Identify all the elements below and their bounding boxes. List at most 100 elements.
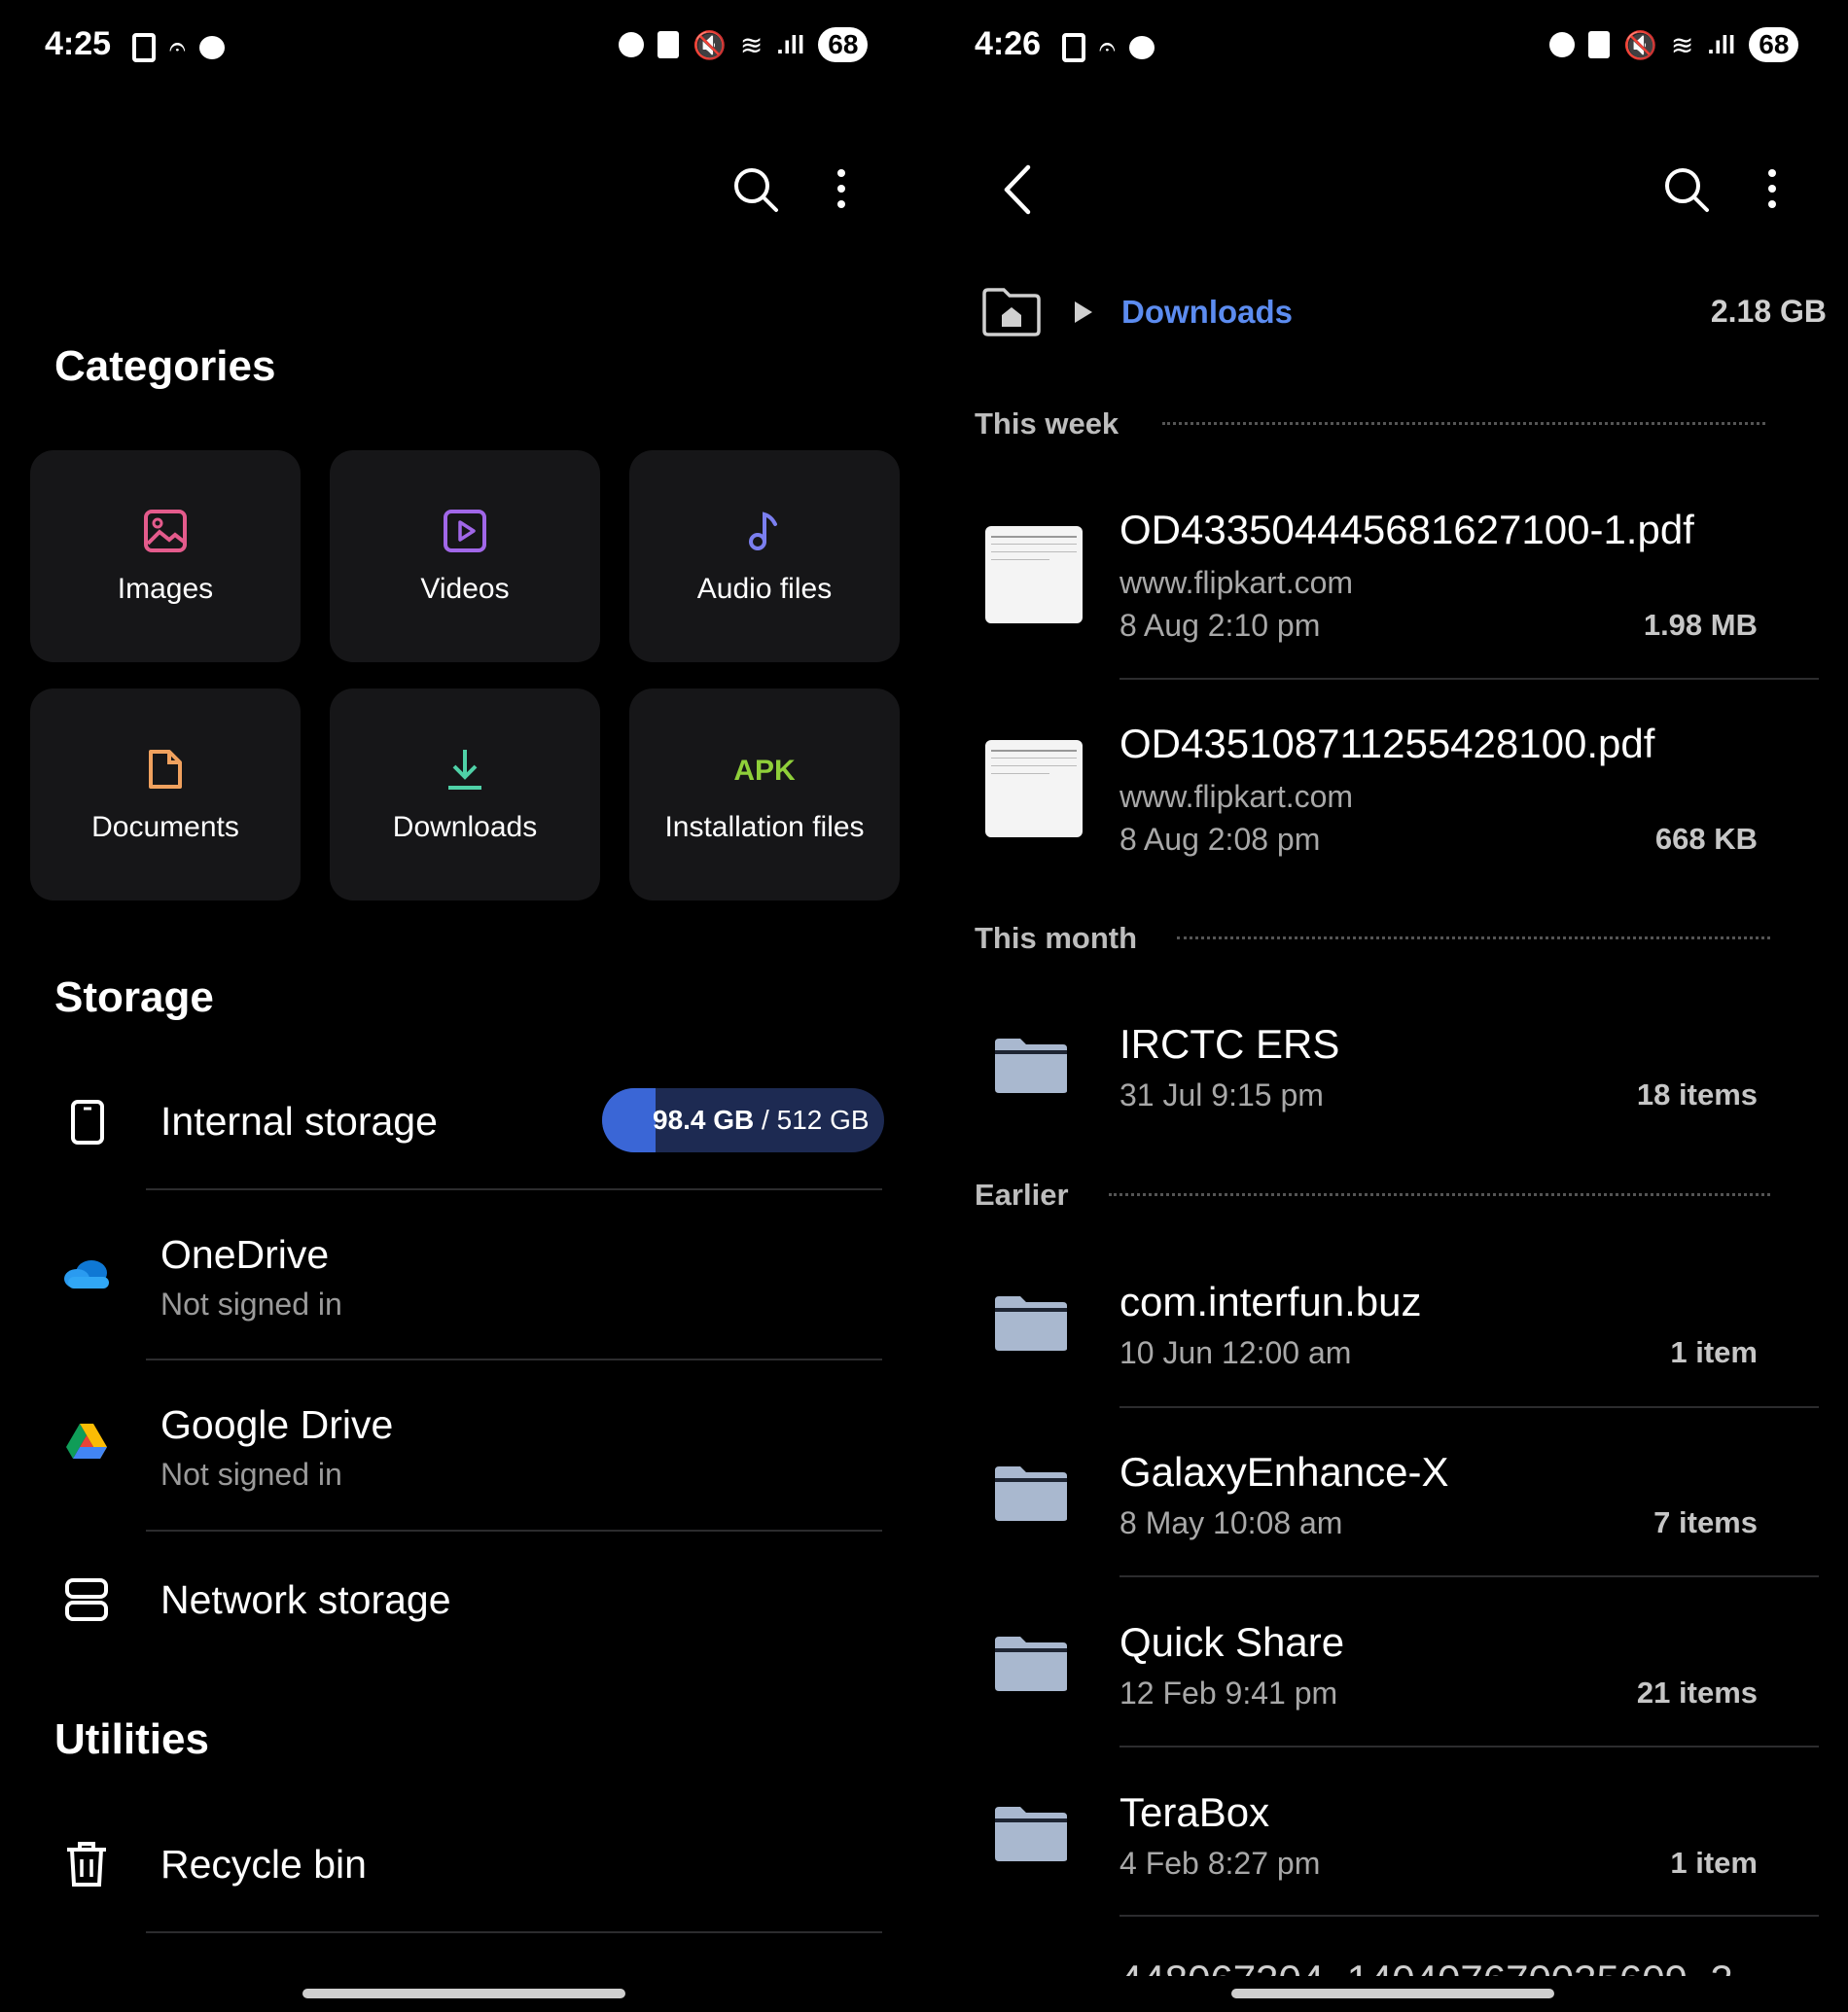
dnd-icon xyxy=(619,32,644,57)
folder-name: IRCTC ERS xyxy=(1119,1021,1340,1067)
folder-item-count: 1 item xyxy=(1670,1846,1758,1880)
folder-icon xyxy=(995,1039,1067,1093)
group-header-this-month: This month xyxy=(975,921,1138,955)
signal-icon: .ıll xyxy=(776,29,805,59)
category-images[interactable]: Images xyxy=(30,450,301,662)
categories-heading: Categories xyxy=(54,342,276,390)
onedrive-cloud-icon xyxy=(64,1260,109,1288)
divider xyxy=(146,1931,882,1933)
document-icon xyxy=(149,750,182,789)
home-folder-icon[interactable] xyxy=(980,286,1043,338)
battery-indicator: 68 xyxy=(818,27,869,62)
hearing-icon: 𝄐 xyxy=(1099,31,1116,63)
folder-row[interactable]: IRCTC ERS 31 Jul 9:15 pm 18 items xyxy=(929,1011,1848,1147)
file-row[interactable]: OD435108711255428100.pdf www.flipkart.co… xyxy=(929,705,1848,890)
search-icon[interactable] xyxy=(1662,165,1711,214)
google-drive-icon xyxy=(66,1424,107,1459)
category-installation-files[interactable]: APK Installation files xyxy=(629,688,900,900)
folder-row[interactable]: com.interfun.buz 10 Jun 12:00 am 1 item xyxy=(929,1269,1848,1405)
more-options-icon[interactable] xyxy=(832,167,851,216)
home-indicator[interactable] xyxy=(302,1989,625,1998)
pdf-thumbnail-icon xyxy=(985,526,1083,623)
divider xyxy=(146,1188,882,1190)
folder-row[interactable]: GalaxyEnhance-X 8 May 10:08 am 7 items xyxy=(929,1439,1848,1575)
onedrive-label: OneDrive xyxy=(160,1232,330,1277)
dnd-icon xyxy=(1549,32,1575,57)
signal-icon: .ıll xyxy=(1707,29,1736,59)
folder-name: Quick Share xyxy=(1119,1619,1345,1665)
partial-file-row[interactable]: 448067304_140407670035609_2 xyxy=(929,1943,1848,1976)
breadcrumb-arrow-icon xyxy=(1075,301,1092,323)
google-drive-row[interactable]: Google Drive Not signed in xyxy=(0,1361,924,1529)
divider xyxy=(1119,1406,1819,1408)
network-storage-row[interactable]: Network storage xyxy=(0,1533,924,1669)
right-panel: 4:26 𝄐 🔇 ≋ .ıll 68 Downloads 2.18 GB Thi… xyxy=(929,0,1848,2012)
category-label: Downloads xyxy=(392,811,538,843)
group-header-this-week: This week xyxy=(975,406,1119,441)
wifi-icon: ≋ xyxy=(739,29,764,60)
sim-icon xyxy=(1588,31,1610,58)
category-label: Installation files xyxy=(664,811,865,843)
category-documents[interactable]: Documents xyxy=(30,688,301,900)
folder-icon xyxy=(995,1807,1067,1861)
music-note-icon xyxy=(749,512,777,550)
divider xyxy=(1119,1915,1819,1917)
category-videos[interactable]: Videos xyxy=(330,450,600,662)
file-size: 668 KB xyxy=(1654,822,1758,856)
folder-icon xyxy=(995,1637,1067,1691)
divider xyxy=(146,1359,882,1360)
file-source: www.flipkart.com xyxy=(1119,779,1354,814)
more-options-icon[interactable] xyxy=(1762,167,1782,216)
status-system-icons: 🔇 ≋ .ıll 68 xyxy=(619,27,869,62)
breadcrumb-current[interactable]: Downloads xyxy=(1121,294,1293,331)
folder-date: 8 May 10:08 am xyxy=(1119,1505,1343,1540)
onedrive-row[interactable]: OneDrive Not signed in xyxy=(0,1191,924,1359)
storage-heading: Storage xyxy=(54,973,214,1021)
file-date: 8 Aug 2:08 pm xyxy=(1119,822,1321,857)
file-row[interactable]: OD433504445681627100-1.pdf www.flipkart.… xyxy=(929,491,1848,676)
status-notification-icons: 𝄐 xyxy=(132,31,225,64)
hearing-icon: 𝄐 xyxy=(169,31,186,63)
category-downloads[interactable]: Downloads xyxy=(330,688,600,900)
folder-item-count: 21 items xyxy=(1636,1676,1758,1710)
file-name: 448067304_140407670035609_2 xyxy=(1119,1957,1733,1976)
divider xyxy=(146,1530,882,1532)
home-indicator[interactable] xyxy=(1231,1989,1554,1998)
mute-icon: 🔇 xyxy=(1623,29,1657,60)
recycle-bin-label: Recycle bin xyxy=(160,1842,367,1887)
image-icon xyxy=(144,510,187,552)
folder-row[interactable]: TeraBox 4 Feb 8:27 pm 1 item xyxy=(929,1780,1848,1916)
group-divider xyxy=(1162,422,1765,425)
download-icon xyxy=(448,750,481,790)
sim-icon xyxy=(657,31,679,58)
group-header-earlier: Earlier xyxy=(975,1178,1069,1212)
folder-icon xyxy=(995,1296,1067,1351)
pdf-thumbnail-icon xyxy=(985,740,1083,837)
mute-icon: 🔇 xyxy=(693,29,727,60)
status-notification-icons: 𝄐 xyxy=(1062,31,1155,64)
folder-item-count: 18 items xyxy=(1636,1077,1758,1112)
file-source: www.flipkart.com xyxy=(1119,565,1354,600)
google-drive-label: Google Drive xyxy=(160,1402,394,1447)
search-icon[interactable] xyxy=(731,165,780,214)
recycle-bin-row[interactable]: Recycle bin xyxy=(0,1799,924,1930)
folder-item-count: 1 item xyxy=(1670,1335,1758,1369)
category-audio[interactable]: Audio files xyxy=(629,450,900,662)
internal-storage-label: Internal storage xyxy=(160,1099,438,1144)
category-label: Videos xyxy=(420,573,510,605)
back-icon[interactable] xyxy=(999,163,1038,216)
folder-row[interactable]: Quick Share 12 Feb 9:41 pm 21 items xyxy=(929,1609,1848,1746)
phone-icon xyxy=(132,33,156,62)
utilities-heading: Utilities xyxy=(54,1715,209,1763)
folder-item-count: 7 items xyxy=(1653,1505,1758,1539)
divider xyxy=(1119,678,1819,680)
file-size: 1.98 MB xyxy=(1643,608,1758,642)
group-divider xyxy=(1177,936,1770,939)
google-drive-status: Not signed in xyxy=(160,1457,342,1492)
folder-date: 31 Jul 9:15 pm xyxy=(1119,1077,1324,1112)
breadcrumb: Downloads 2.18 GB xyxy=(980,282,1827,344)
category-label: Audio files xyxy=(696,573,833,605)
left-panel: 4:25 𝄐 🔇 ≋ .ıll 68 Categories Images Vid… xyxy=(0,0,924,2012)
file-name: OD433504445681627100-1.pdf xyxy=(1119,507,1694,552)
battery-indicator: 68 xyxy=(1749,27,1799,62)
